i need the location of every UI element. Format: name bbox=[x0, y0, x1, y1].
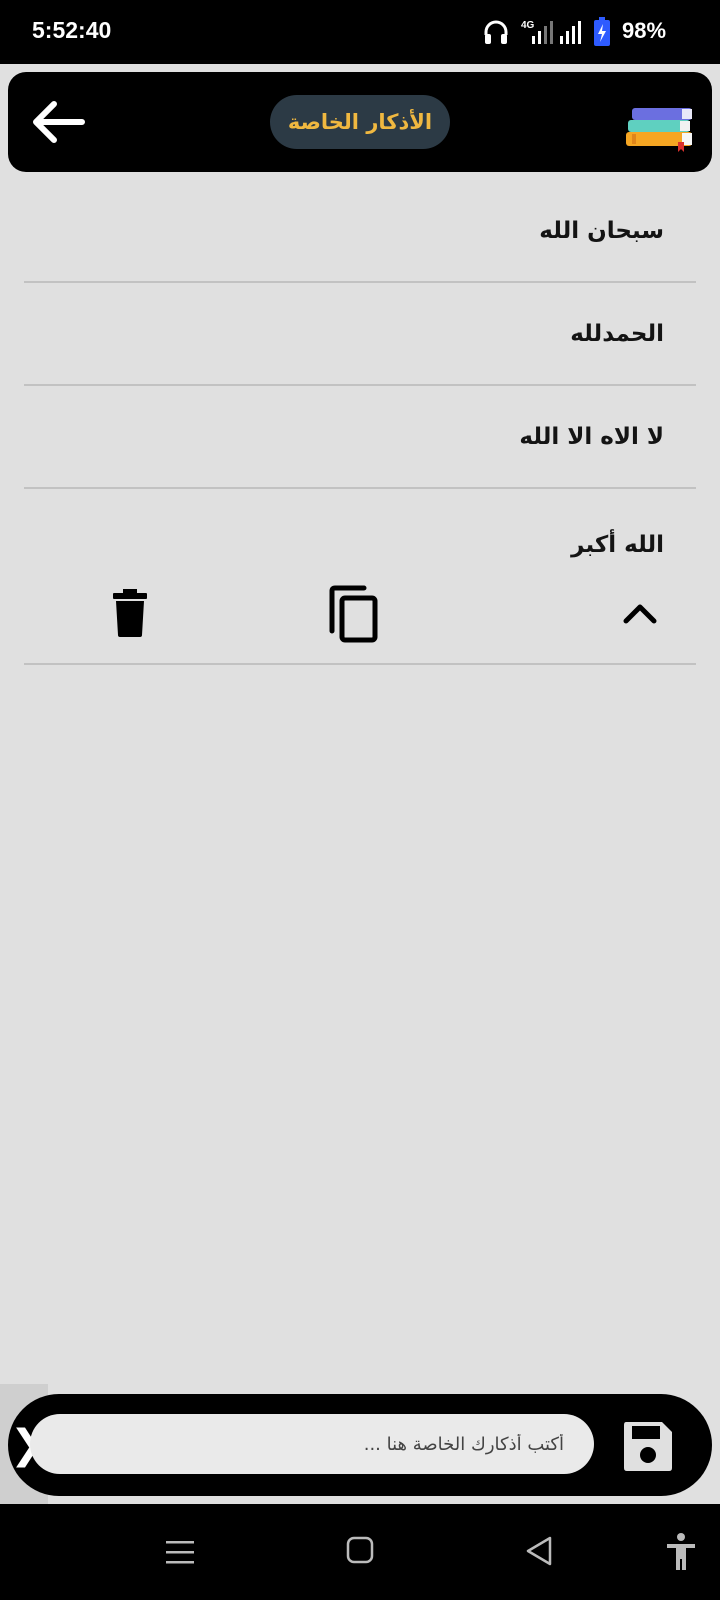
list-item[interactable]: الحمدلله bbox=[24, 283, 696, 386]
navigation-bar bbox=[0, 1504, 720, 1600]
arrow-left-icon bbox=[33, 101, 85, 143]
adhkar-list: سبحان الله الحمدلله لا الاه الا الله الل… bbox=[24, 180, 696, 665]
signal-icon bbox=[560, 21, 581, 44]
home-icon[interactable] bbox=[345, 1535, 375, 1565]
back-triangle-icon[interactable] bbox=[522, 1534, 556, 1568]
input-bar: ❯ bbox=[8, 1394, 712, 1496]
signal-icon bbox=[532, 21, 553, 44]
item-actions bbox=[24, 571, 696, 665]
accessibility-icon[interactable] bbox=[664, 1532, 698, 1572]
list-item-text: الحمدلله bbox=[570, 320, 664, 347]
floppy-disk-icon[interactable] bbox=[620, 1418, 676, 1474]
battery-charging-icon bbox=[594, 17, 610, 46]
trash-icon[interactable] bbox=[110, 587, 150, 639]
copy-icon[interactable] bbox=[326, 585, 380, 643]
list-item-text: سبحان الله bbox=[539, 217, 664, 244]
chevron-up-icon[interactable] bbox=[620, 595, 660, 631]
page-title-pill: الأذكار الخاصة bbox=[270, 95, 450, 149]
menu-icon[interactable] bbox=[164, 1536, 196, 1568]
list-item-text: الله أكبر bbox=[571, 532, 664, 558]
status-bar: 5:52:40 4G 98% bbox=[0, 0, 720, 64]
dhikr-input[interactable] bbox=[30, 1414, 594, 1474]
back-button[interactable] bbox=[26, 96, 90, 148]
list-item-text: لا الاه الا الله bbox=[519, 423, 664, 450]
headphones-icon bbox=[484, 20, 508, 44]
status-icons: 4G 98% bbox=[460, 0, 720, 64]
list-item[interactable]: سبحان الله bbox=[24, 180, 696, 283]
list-item[interactable]: لا الاه الا الله bbox=[24, 386, 696, 489]
page-title: الأذكار الخاصة bbox=[287, 110, 433, 134]
books-icon bbox=[626, 108, 692, 152]
list-item-expanded[interactable]: الله أكبر bbox=[24, 489, 696, 571]
app-header: الأذكار الخاصة bbox=[8, 72, 712, 172]
status-time: 5:52:40 bbox=[32, 17, 112, 43]
battery-level: 98% bbox=[622, 18, 667, 43]
